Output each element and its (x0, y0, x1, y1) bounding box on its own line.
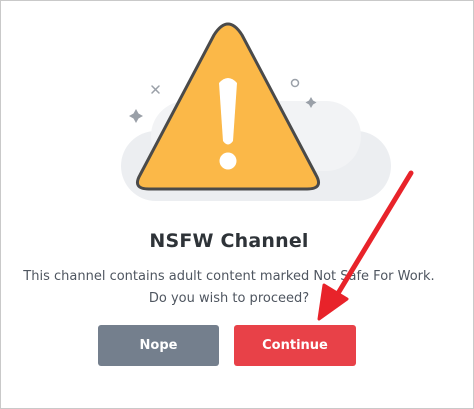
nsfw-warning-modal: NSFW Channel This channel contains adult… (0, 0, 474, 409)
nope-button[interactable]: Nope (98, 325, 219, 366)
dot-icon (290, 78, 300, 88)
message-line-1: This channel contains adult content mark… (23, 269, 435, 284)
continue-button[interactable]: Continue (234, 325, 356, 366)
modal-title: NSFW Channel (149, 230, 309, 252)
message-line-2: Do you wish to proceed? (148, 291, 310, 306)
warning-illustration (121, 22, 391, 201)
cross-sparkle-icon (151, 85, 160, 94)
modal-message: This channel contains adult content mark… (1, 266, 457, 310)
